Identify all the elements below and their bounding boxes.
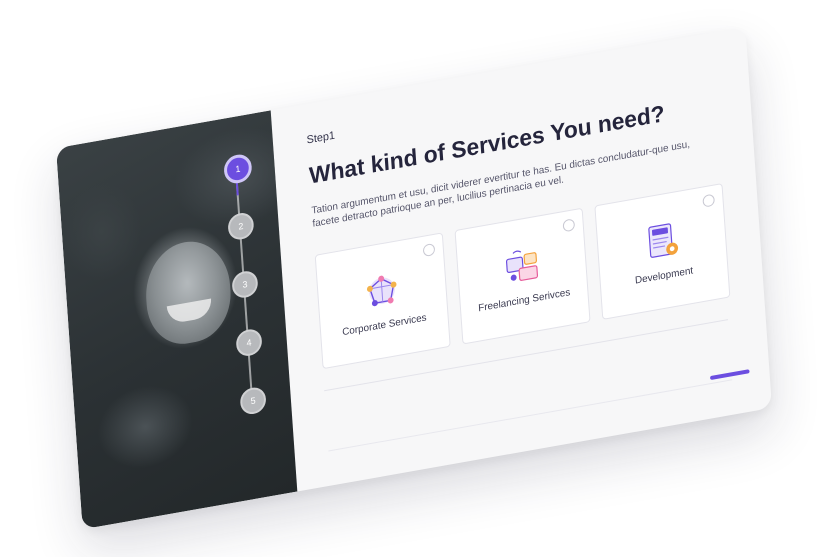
option-radio[interactable] <box>562 218 576 233</box>
stage: 1 2 3 4 5 Step1 What kind of Services Yo… <box>0 0 829 557</box>
step-1-label: 1 <box>235 163 241 175</box>
option-freelancing-services[interactable]: Freelancing Serivces <box>454 207 591 345</box>
api-document-icon <box>648 222 679 258</box>
wizard-content: Step1 What kind of Services You need? Ta… <box>304 31 750 486</box>
option-label: Corporate Services <box>341 311 427 338</box>
option-development[interactable]: Development <box>594 183 731 320</box>
wizard-card: 1 2 3 4 5 Step1 What kind of Services Yo… <box>55 26 773 530</box>
freelance-icon <box>505 250 539 281</box>
option-corporate-services[interactable]: Corporate Services <box>314 232 451 370</box>
network-icon <box>366 275 397 306</box>
photo-face <box>142 234 234 350</box>
option-label: Freelancing Serivces <box>477 286 571 314</box>
step-4-label: 4 <box>246 337 252 349</box>
footer-divider <box>328 379 733 452</box>
option-radio[interactable] <box>702 193 716 208</box>
step-2-label: 2 <box>238 220 244 232</box>
option-label: Development <box>634 264 694 287</box>
next-button[interactable] <box>709 369 750 381</box>
step-label: Step1 <box>306 129 336 147</box>
option-radio[interactable] <box>422 242 436 258</box>
step-3-label: 3 <box>242 279 248 290</box>
step-5-label: 5 <box>250 395 256 407</box>
hero-photo <box>55 110 298 530</box>
